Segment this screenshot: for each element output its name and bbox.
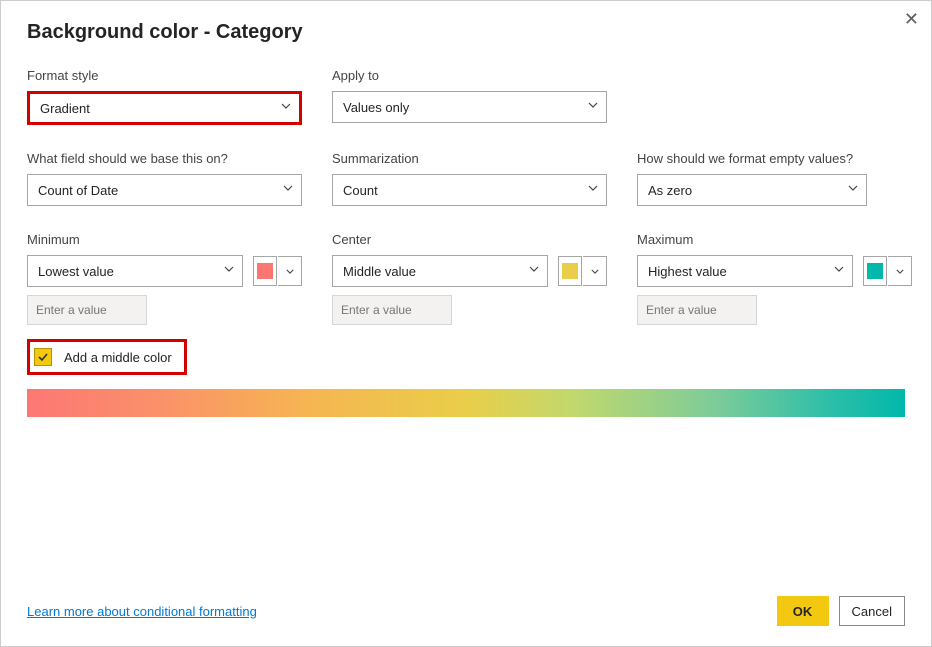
col-empty-values: How should we format empty values? As ze… xyxy=(637,151,887,206)
label-format-style: Format style xyxy=(27,68,302,83)
select-center[interactable]: Middle value xyxy=(332,255,548,287)
center-value-row: Middle value xyxy=(332,255,607,287)
checkbox-middle-color-highlight: Add a middle color xyxy=(27,339,187,375)
col-field-base: What field should we base this on? Count… xyxy=(27,151,302,206)
col-summarization: Summarization Count xyxy=(332,151,607,206)
input-center-value[interactable] xyxy=(332,295,452,325)
select-format-style[interactable]: Gradient xyxy=(27,91,302,125)
checkbox-middle-color[interactable] xyxy=(34,348,52,366)
color-fill xyxy=(867,263,883,279)
row-min-center-max: Minimum Lowest value Center Mid xyxy=(27,232,905,325)
check-icon xyxy=(37,351,49,363)
dialog-footer: Learn more about conditional formatting … xyxy=(27,596,905,626)
color-fill xyxy=(257,263,273,279)
input-min-value[interactable] xyxy=(27,295,147,325)
select-summarization[interactable]: Count xyxy=(332,174,607,206)
select-field-base[interactable]: Count of Date xyxy=(27,174,302,206)
col-center: Center Middle value xyxy=(332,232,607,325)
color-swatch-center xyxy=(558,256,582,286)
label-field-base: What field should we base this on? xyxy=(27,151,302,166)
col-format-style: Format style Gradient xyxy=(27,68,302,125)
label-summarization: Summarization xyxy=(332,151,607,166)
select-value: Gradient xyxy=(40,101,90,116)
select-maximum[interactable]: Highest value xyxy=(637,255,853,287)
select-minimum[interactable]: Lowest value xyxy=(27,255,243,287)
chevron-down-icon xyxy=(224,266,234,276)
select-empty-values[interactable]: As zero xyxy=(637,174,867,206)
select-apply-to[interactable]: Values only xyxy=(332,91,607,123)
col-apply-to: Apply to Values only xyxy=(332,68,607,125)
ok-button[interactable]: OK xyxy=(777,596,829,626)
chevron-down-icon xyxy=(834,266,844,276)
select-value: Lowest value xyxy=(38,264,114,279)
chevron-down-icon xyxy=(283,185,293,195)
label-minimum: Minimum xyxy=(27,232,302,247)
select-value: Values only xyxy=(343,100,409,115)
color-swatch-max xyxy=(863,256,887,286)
select-value: Count of Date xyxy=(38,183,118,198)
col-maximum: Maximum Highest value xyxy=(637,232,912,325)
chevron-down-icon xyxy=(588,102,598,112)
label-maximum: Maximum xyxy=(637,232,912,247)
color-swatch-min xyxy=(253,256,277,286)
color-dropdown-max[interactable] xyxy=(888,256,912,286)
minimum-value-row: Lowest value xyxy=(27,255,302,287)
checkbox-label: Add a middle color xyxy=(64,350,172,365)
select-value: Highest value xyxy=(648,264,727,279)
chevron-down-icon xyxy=(848,185,858,195)
color-picker-minimum[interactable] xyxy=(253,256,302,286)
select-value: Count xyxy=(343,183,378,198)
color-dropdown-center[interactable] xyxy=(583,256,607,286)
gradient-preview xyxy=(27,389,905,417)
label-empty-values: How should we format empty values? xyxy=(637,151,887,166)
color-fill xyxy=(562,263,578,279)
col-minimum: Minimum Lowest value xyxy=(27,232,302,325)
chevron-down-icon xyxy=(281,103,291,113)
row-field-summ-empty: What field should we base this on? Count… xyxy=(27,151,905,206)
select-value: As zero xyxy=(648,183,692,198)
label-apply-to: Apply to xyxy=(332,68,607,83)
cancel-button[interactable]: Cancel xyxy=(839,596,905,626)
select-value: Middle value xyxy=(343,264,416,279)
input-max-value[interactable] xyxy=(637,295,757,325)
dialog-title: Background color - Category xyxy=(27,21,905,44)
learn-more-link[interactable]: Learn more about conditional formatting xyxy=(27,604,257,619)
maximum-value-row: Highest value xyxy=(637,255,912,287)
color-dropdown-min[interactable] xyxy=(278,256,302,286)
row-format-apply: Format style Gradient Apply to Values on… xyxy=(27,68,905,125)
color-picker-center[interactable] xyxy=(558,256,607,286)
color-picker-maximum[interactable] xyxy=(863,256,912,286)
button-group: OK Cancel xyxy=(777,596,905,626)
chevron-down-icon xyxy=(529,266,539,276)
label-center: Center xyxy=(332,232,607,247)
chevron-down-icon xyxy=(588,185,598,195)
close-icon[interactable]: ✕ xyxy=(904,9,919,30)
